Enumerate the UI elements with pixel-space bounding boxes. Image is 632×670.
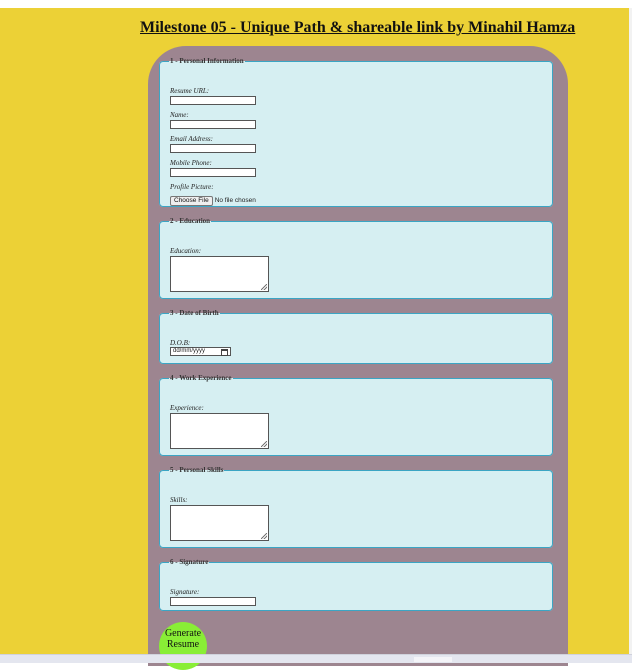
skills-label: Skills:: [170, 496, 188, 504]
page-title: Milestone 05 - Unique Path & shareable l…: [140, 19, 576, 36]
resume-url-label: Resume URL:: [170, 87, 210, 95]
generate-label-line2: Resume: [166, 639, 200, 650]
experience-label: Experience:: [170, 404, 204, 412]
phone-label: Mobile Phone:: [170, 159, 212, 167]
dob-section: 3 - Date of Birth D.O.B: dd/mm/yyyy: [159, 310, 553, 364]
scrollbar-thumb[interactable]: [414, 657, 452, 662]
education-legend: 2 - Education: [170, 217, 211, 225]
name-input[interactable]: [170, 120, 256, 129]
signature-section: 6 - Signature Signature:: [159, 559, 553, 611]
experience-section: 4 - Work Experience Experience:: [159, 375, 553, 456]
profile-picture-field: Choose File No file chosen: [170, 192, 256, 210]
generate-label-line1: Generate: [164, 628, 202, 639]
skills-textarea[interactable]: [170, 505, 269, 541]
skills-section: 5 - Personal Skills Skills:: [159, 467, 553, 548]
dob-label: D.O.B:: [170, 339, 191, 347]
name-label: Name:: [170, 111, 189, 119]
signature-legend: 6 - Signature: [170, 558, 209, 566]
email-input[interactable]: [170, 144, 256, 153]
personal-info-legend: 1 - Personal Information: [170, 57, 244, 65]
education-textarea[interactable]: [170, 256, 269, 292]
email-label: Email Address:: [170, 135, 213, 143]
phone-input[interactable]: [170, 168, 256, 177]
resize-grip-icon[interactable]: [261, 533, 267, 539]
choose-file-button[interactable]: Choose File: [170, 195, 213, 206]
experience-textarea[interactable]: [170, 413, 269, 449]
education-label: Education:: [170, 247, 202, 255]
resume-url-input[interactable]: [170, 96, 256, 105]
resize-grip-icon[interactable]: [261, 284, 267, 290]
education-section: 2 - Education Education:: [159, 218, 553, 299]
personal-info-section: 1 - Personal Information Resume URL: Nam…: [159, 58, 553, 207]
profile-picture-label: Profile Picture:: [170, 183, 214, 191]
resize-grip-icon[interactable]: [261, 441, 267, 447]
signature-label: Signature:: [170, 588, 200, 596]
dob-legend: 3 - Date of Birth: [170, 309, 219, 317]
signature-input[interactable]: [170, 597, 256, 606]
dob-input[interactable]: dd/mm/yyyy: [170, 347, 231, 356]
skills-legend: 5 - Personal Skills: [170, 466, 224, 474]
no-file-text: No file chosen: [214, 197, 256, 205]
calendar-icon[interactable]: [221, 349, 228, 356]
experience-legend: 4 - Work Experience: [170, 374, 232, 382]
dob-placeholder: dd/mm/yyyy: [173, 348, 206, 354]
